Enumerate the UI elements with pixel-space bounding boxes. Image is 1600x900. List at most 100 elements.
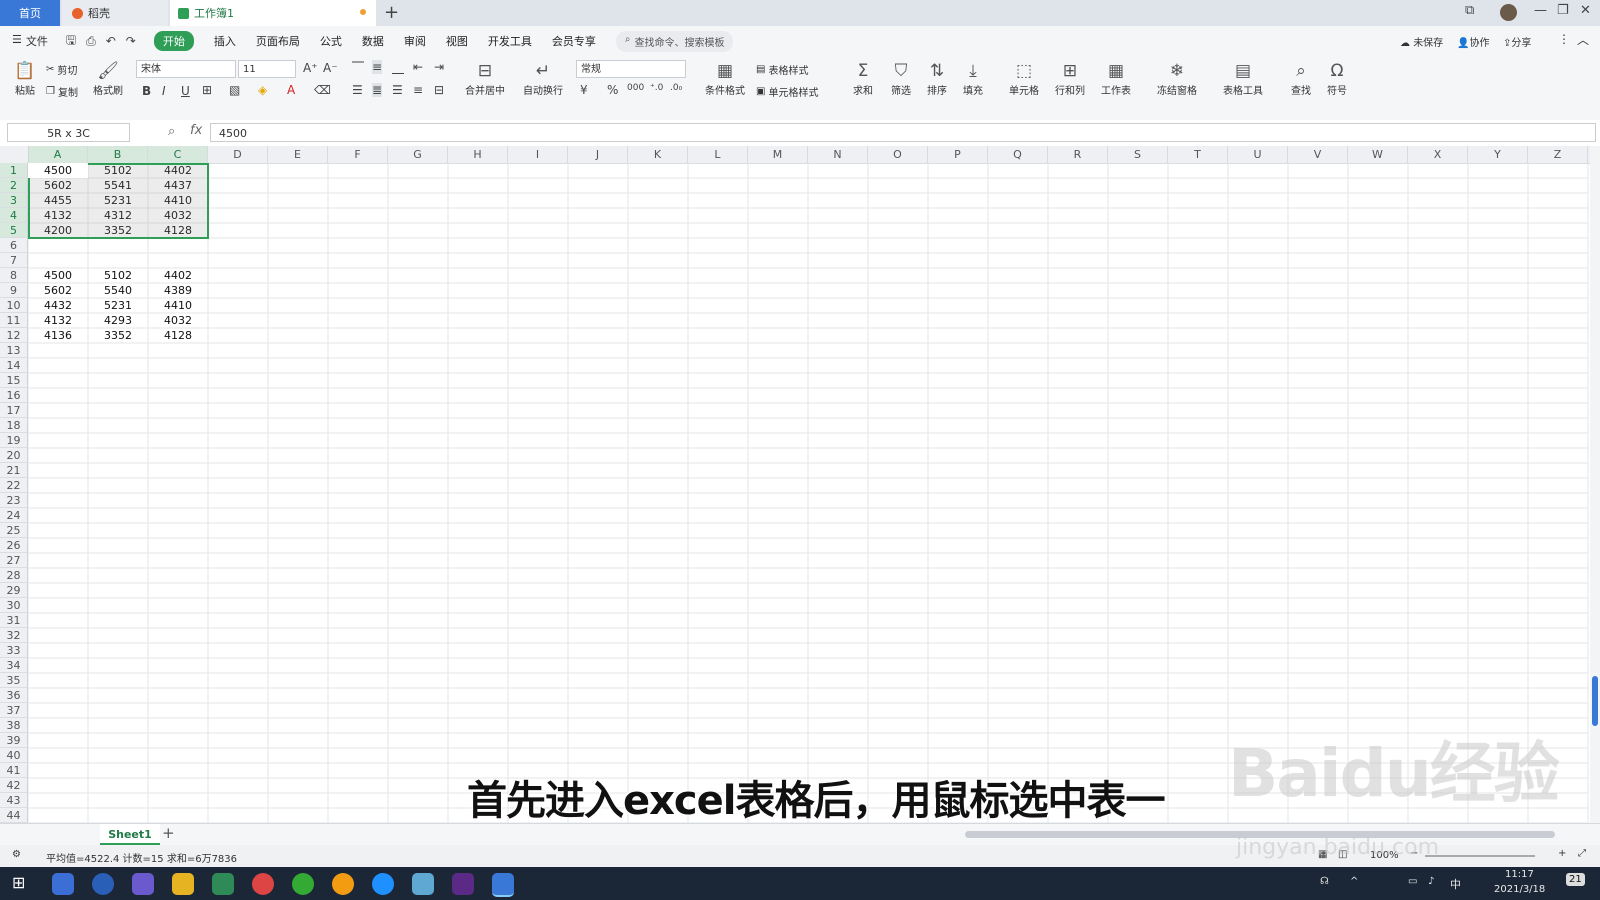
save-icon[interactable]: 🖫 xyxy=(66,31,76,52)
column-header[interactable]: X xyxy=(1408,146,1468,163)
column-header[interactable]: B xyxy=(88,146,148,163)
tab-docer[interactable]: 稻壳 xyxy=(62,0,168,26)
column-header[interactable]: Q xyxy=(988,146,1048,163)
row-header[interactable]: 28 xyxy=(0,568,28,583)
row-header[interactable]: 38 xyxy=(0,718,28,733)
window-layout-icon[interactable]: ⧉ xyxy=(1465,3,1474,18)
print-icon[interactable]: ⎙ xyxy=(86,34,96,49)
row-header[interactable]: 11 xyxy=(0,313,28,328)
row-header[interactable]: 24 xyxy=(0,508,28,523)
vertical-scroll-thumb[interactable] xyxy=(1592,676,1598,726)
column-header[interactable]: P xyxy=(928,146,988,163)
number-format-select[interactable]: 常规 xyxy=(576,60,686,78)
row-header[interactable]: 18 xyxy=(0,418,28,433)
row-header[interactable]: 16 xyxy=(0,388,28,403)
table-cell[interactable]: 5231 xyxy=(88,298,148,313)
column-header[interactable]: O xyxy=(868,146,928,163)
align-center-icon[interactable]: ≣ xyxy=(372,83,383,97)
symbol-button[interactable]: Ω 符号 xyxy=(1322,60,1352,97)
row-header[interactable]: 41 xyxy=(0,763,28,778)
table-cell[interactable]: 4136 xyxy=(28,328,88,343)
row-header[interactable]: 22 xyxy=(0,478,28,493)
row-header[interactable]: 6 xyxy=(0,238,28,253)
zoom-slider[interactable] xyxy=(1425,855,1535,857)
tab-workbook[interactable]: 工作簿1 xyxy=(170,0,376,26)
row-header[interactable]: 25 xyxy=(0,523,28,538)
font-size-select[interactable]: 11 xyxy=(238,60,296,78)
row-header[interactable]: 39 xyxy=(0,733,28,748)
table-cell[interactable]: 4293 xyxy=(88,313,148,328)
qq-browser-icon[interactable] xyxy=(372,873,394,895)
row-header[interactable]: 8 xyxy=(0,268,28,283)
column-header[interactable]: J xyxy=(568,146,628,163)
table-tools-button[interactable]: ▤ 表格工具 xyxy=(1218,60,1268,97)
vertical-scrollbar[interactable] xyxy=(1590,146,1600,823)
menu-developer[interactable]: 开发工具 xyxy=(488,33,532,49)
app-store-icon[interactable] xyxy=(212,873,234,895)
bold-icon[interactable]: B xyxy=(142,84,151,98)
row-header[interactable]: 32 xyxy=(0,628,28,643)
table-cell[interactable]: 4402 xyxy=(148,268,208,283)
row-header[interactable]: 36 xyxy=(0,688,28,703)
row-header[interactable]: 9 xyxy=(0,283,28,298)
file-explorer-icon[interactable] xyxy=(172,873,194,895)
column-header[interactable]: E xyxy=(268,146,328,163)
eraser-icon[interactable]: ⌫ xyxy=(314,83,331,97)
table-cell[interactable]: 4500 xyxy=(28,268,88,283)
row-header[interactable]: 43 xyxy=(0,793,28,808)
minimize-icon[interactable]: — xyxy=(1534,3,1547,18)
font-family-select[interactable]: 宋体 xyxy=(136,60,236,78)
formula-input[interactable]: 4500 xyxy=(210,123,1596,142)
copy-button[interactable]: ❐ 复制 xyxy=(46,84,78,99)
menu-review[interactable]: 审阅 xyxy=(404,33,426,49)
row-header[interactable]: 27 xyxy=(0,553,28,568)
row-header[interactable]: 35 xyxy=(0,673,28,688)
table-cell[interactable]: 4032 xyxy=(148,313,208,328)
collapse-ribbon-icon[interactable]: ︿ xyxy=(1577,31,1589,48)
command-search[interactable]: ⌕ 查找命令、搜索模板 xyxy=(615,30,734,52)
restore-icon[interactable]: ❐ xyxy=(1557,3,1569,18)
row-header[interactable]: 15 xyxy=(0,373,28,388)
worksheet-button[interactable]: ▦ 工作表 xyxy=(1096,60,1136,97)
menu-home[interactable]: 开始 xyxy=(153,31,194,51)
column-header[interactable]: N xyxy=(808,146,868,163)
more-icon[interactable]: ⋮ xyxy=(1558,32,1570,46)
cell-button[interactable]: ⬚ 单元格 xyxy=(1004,60,1044,97)
table-cell[interactable]: 4389 xyxy=(148,283,208,298)
column-header[interactable]: Z xyxy=(1528,146,1588,163)
menu-formulas[interactable]: 公式 xyxy=(320,33,342,49)
row-header[interactable]: 40 xyxy=(0,748,28,763)
currency-icon[interactable]: ¥ xyxy=(580,83,588,97)
wrap-text-button[interactable]: ↵ 自动换行 xyxy=(518,60,568,97)
row-header[interactable]: 1 xyxy=(0,163,28,178)
row-header[interactable]: 3 xyxy=(0,193,28,208)
fullscreen-icon[interactable]: ⤢ xyxy=(1578,848,1586,859)
row-header[interactable]: 29 xyxy=(0,583,28,598)
column-header[interactable]: M xyxy=(748,146,808,163)
app-orange-icon[interactable] xyxy=(332,873,354,895)
name-box[interactable]: 5R x 3C xyxy=(7,123,130,142)
column-header[interactable]: R xyxy=(1048,146,1108,163)
menu-data[interactable]: 数据 xyxy=(362,33,384,49)
row-header[interactable]: 42 xyxy=(0,778,28,793)
browser-icon[interactable] xyxy=(252,873,274,895)
table-cell[interactable]: 4410 xyxy=(148,298,208,313)
zoom-formula-icon[interactable]: ⌕ xyxy=(168,124,175,139)
collab-button[interactable]: 👤协作 xyxy=(1457,34,1489,49)
table-style-button[interactable]: ▤ 表格样式 xyxy=(756,62,808,77)
row-header[interactable]: 12 xyxy=(0,328,28,343)
column-header[interactable]: K xyxy=(628,146,688,163)
border-icon[interactable]: ⊞ xyxy=(202,83,212,97)
find-button[interactable]: ⌕ 查找 xyxy=(1286,60,1316,97)
app-feather-icon[interactable] xyxy=(52,873,74,895)
row-header[interactable]: 37 xyxy=(0,703,28,718)
add-sheet-icon[interactable]: + xyxy=(162,824,175,842)
row-header[interactable]: 14 xyxy=(0,358,28,373)
increase-decimal-icon[interactable]: ⁺.0 xyxy=(650,83,663,93)
tray-people-icon[interactable]: ☊ xyxy=(1320,876,1329,887)
row-header[interactable]: 7 xyxy=(0,253,28,268)
column-header[interactable]: L xyxy=(688,146,748,163)
column-header[interactable]: G xyxy=(388,146,448,163)
table-cell[interactable]: 4432 xyxy=(28,298,88,313)
row-header[interactable]: 33 xyxy=(0,643,28,658)
